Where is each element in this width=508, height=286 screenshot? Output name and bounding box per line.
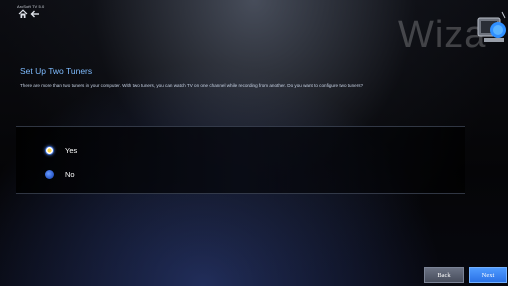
- wizard-screen: ArcSoft TV 5.0 Wiza Set Up Two Tuners Th…: [0, 0, 508, 286]
- back-arrow-icon[interactable]: [30, 9, 40, 19]
- wizard-title: Wiza: [398, 14, 487, 56]
- option-yes[interactable]: Yes: [45, 144, 77, 156]
- home-icon[interactable]: [18, 9, 28, 19]
- top-bar: ArcSoft TV 5.0 Wiza: [0, 0, 508, 56]
- page-heading: Set Up Two Tuners: [20, 66, 93, 76]
- radio-yes-selected[interactable]: [45, 145, 54, 155]
- back-button[interactable]: Back: [424, 267, 464, 283]
- tv-tuner-logo-icon: [477, 11, 506, 42]
- page-description: There are more than two tuners in your c…: [20, 83, 364, 88]
- option-no-label: No: [65, 169, 75, 179]
- radio-no[interactable]: [45, 169, 54, 179]
- option-yes-label: Yes: [65, 145, 78, 155]
- next-button[interactable]: Next: [469, 267, 507, 283]
- option-no[interactable]: No: [45, 168, 75, 180]
- options-panel: Yes No: [16, 126, 465, 194]
